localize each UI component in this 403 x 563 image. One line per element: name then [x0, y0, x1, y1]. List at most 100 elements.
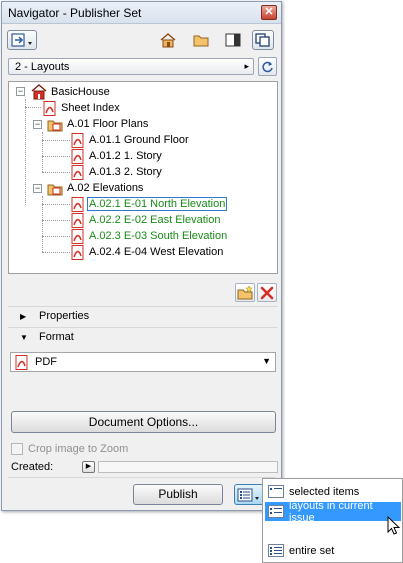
window-title: Navigator - Publisher Set	[8, 6, 142, 20]
house-icon	[160, 33, 176, 48]
tree-item-label: A.02.4 E-04 West Elevation	[89, 246, 224, 258]
tree-connector	[42, 252, 70, 253]
pdf-layout-icon	[71, 148, 84, 164]
tree-item-layout[interactable]: A.02.4 E-04 West Elevation	[71, 244, 224, 260]
list-icon	[268, 505, 284, 518]
pdf-layout-icon	[71, 212, 84, 228]
pdf-layout-icon	[43, 100, 56, 116]
pdf-layout-icon	[71, 132, 84, 148]
publish-options-button[interactable]	[234, 484, 264, 505]
crop-image-checkbox[interactable]	[11, 443, 23, 455]
menu-item-label: layouts in current issue	[288, 499, 373, 524]
list-icon	[268, 544, 284, 557]
toolbar	[2, 25, 281, 55]
menu-item-label: selected items	[289, 485, 360, 498]
tree-connector	[42, 140, 70, 141]
publisher-sets-icon	[255, 33, 270, 47]
tree-collapse-toggle[interactable]: −	[16, 87, 25, 96]
folder-icon	[193, 35, 209, 47]
tree-collapse-toggle[interactable]: −	[33, 184, 42, 193]
title-bar[interactable]: Navigator - Publisher Set ✕	[2, 2, 281, 24]
chevron-down-icon: ▼	[262, 356, 271, 366]
tree-collapse-toggle[interactable]: −	[33, 120, 42, 129]
publish-button[interactable]: Publish	[133, 484, 223, 505]
publisher-set-selector[interactable]: 2 - Layouts ▸	[8, 58, 254, 75]
tree-root[interactable]: BasicHouse	[31, 84, 111, 100]
tree-connector	[42, 204, 70, 205]
tree-connector	[42, 172, 70, 173]
tree-actions	[235, 283, 277, 302]
tree-folder-elevations[interactable]: A.02 Elevations	[47, 180, 144, 196]
tree-item-label: A.01 Floor Plans	[67, 118, 149, 130]
mouse-pointer-icon	[387, 516, 401, 535]
refresh-button[interactable]	[258, 57, 277, 76]
publisher-tree[interactable]: − BasicHouse Sheet Index − A.01 Floor Pl…	[8, 81, 278, 274]
collapse-triangle-icon: ▼	[20, 333, 28, 342]
tree-item-layout[interactable]: A.01.2 1. Story	[71, 148, 163, 164]
new-folder-icon	[237, 285, 253, 300]
play-button[interactable]: ▶	[82, 461, 95, 473]
delete-icon	[260, 286, 274, 299]
tree-connector	[25, 99, 26, 205]
tree-connector	[42, 220, 70, 221]
tree-connector	[42, 132, 43, 172]
tree-connector	[42, 236, 70, 237]
tree-item-label: A.01.2 1. Story	[89, 150, 162, 162]
crop-image-option: Crop image to Zoom	[11, 443, 128, 455]
tree-item-label: A.02.1 E-01 North Elevation	[86, 197, 228, 211]
pdf-layout-icon	[71, 244, 84, 260]
layout-book-button[interactable]	[222, 30, 244, 50]
properties-section-header[interactable]: ▶ Properties	[8, 306, 278, 326]
delete-button[interactable]	[257, 283, 277, 302]
publish-set-menu-button[interactable]	[7, 30, 37, 50]
folder-pdf-icon	[47, 120, 63, 131]
menu-item-selected-items[interactable]: selected items	[265, 482, 401, 501]
document-options-button[interactable]: Document Options...	[11, 411, 276, 433]
menu-item-entire-set[interactable]: entire set	[265, 541, 401, 560]
tree-root-label: BasicHouse	[51, 86, 110, 98]
tree-item-layout[interactable]: A.02.3 E-03 South Elevation	[71, 228, 228, 244]
properties-section-title: Properties	[39, 310, 90, 322]
publish-set-menu-icon	[11, 33, 32, 47]
tree-item-label: A.02.3 E-03 South Elevation	[89, 230, 228, 242]
tree-item-sheet-index[interactable]: Sheet Index	[43, 100, 121, 116]
tree-item-layout[interactable]: A.01.1 Ground Floor	[71, 132, 190, 148]
crop-image-label: Crop image to Zoom	[28, 443, 129, 455]
tree-connector	[25, 107, 41, 108]
tree-item-label: A.01.1 Ground Floor	[89, 134, 189, 146]
publish-options-menu: selected items layouts in current issue …	[262, 478, 403, 563]
progress-bar	[98, 461, 278, 473]
list-icon	[268, 485, 284, 498]
format-value: PDF	[35, 356, 57, 368]
folder-pdf-icon	[47, 184, 63, 195]
divider	[8, 477, 275, 478]
close-button[interactable]: ✕	[261, 5, 277, 20]
format-section-header[interactable]: ▼ Format	[8, 327, 278, 347]
tree-item-layout[interactable]: A.01.3 2. Story	[71, 164, 163, 180]
pdf-layout-icon	[71, 196, 84, 212]
created-label: Created:	[11, 461, 54, 473]
chevron-right-icon: ▸	[244, 61, 249, 71]
menu-item-layouts-current-issue[interactable]: layouts in current issue	[265, 499, 401, 524]
pdf-format-icon	[15, 355, 28, 370]
format-select[interactable]: PDF ▼	[10, 352, 276, 372]
publisher-sets-button[interactable]	[252, 30, 274, 50]
tree-item-layout[interactable]: A.02.2 E-02 East Elevation	[71, 212, 221, 228]
tree-folder-floor-plans[interactable]: A.01 Floor Plans	[47, 116, 149, 132]
list-dropdown-icon	[237, 488, 259, 501]
pdf-layout-icon	[71, 228, 84, 244]
tree-connector	[42, 156, 70, 157]
tree-item-label: Sheet Index	[61, 102, 120, 114]
pdf-layout-icon	[71, 164, 84, 180]
project-map-button[interactable]	[157, 30, 179, 50]
tree-item-label: A.01.3 2. Story	[89, 166, 162, 178]
view-map-button[interactable]	[190, 30, 212, 50]
navigator-window: Navigator - Publisher Set ✕ 2 - Layouts …	[1, 1, 282, 511]
layout-book-icon	[225, 33, 241, 47]
expand-triangle-icon: ▶	[20, 312, 27, 321]
tree-item-layout-selected[interactable]: A.02.1 E-01 North Elevation	[71, 196, 228, 212]
menu-item-label: entire set	[289, 544, 335, 557]
format-section-title: Format	[39, 331, 74, 343]
project-root-icon	[31, 84, 47, 100]
new-folder-button[interactable]	[235, 283, 255, 302]
